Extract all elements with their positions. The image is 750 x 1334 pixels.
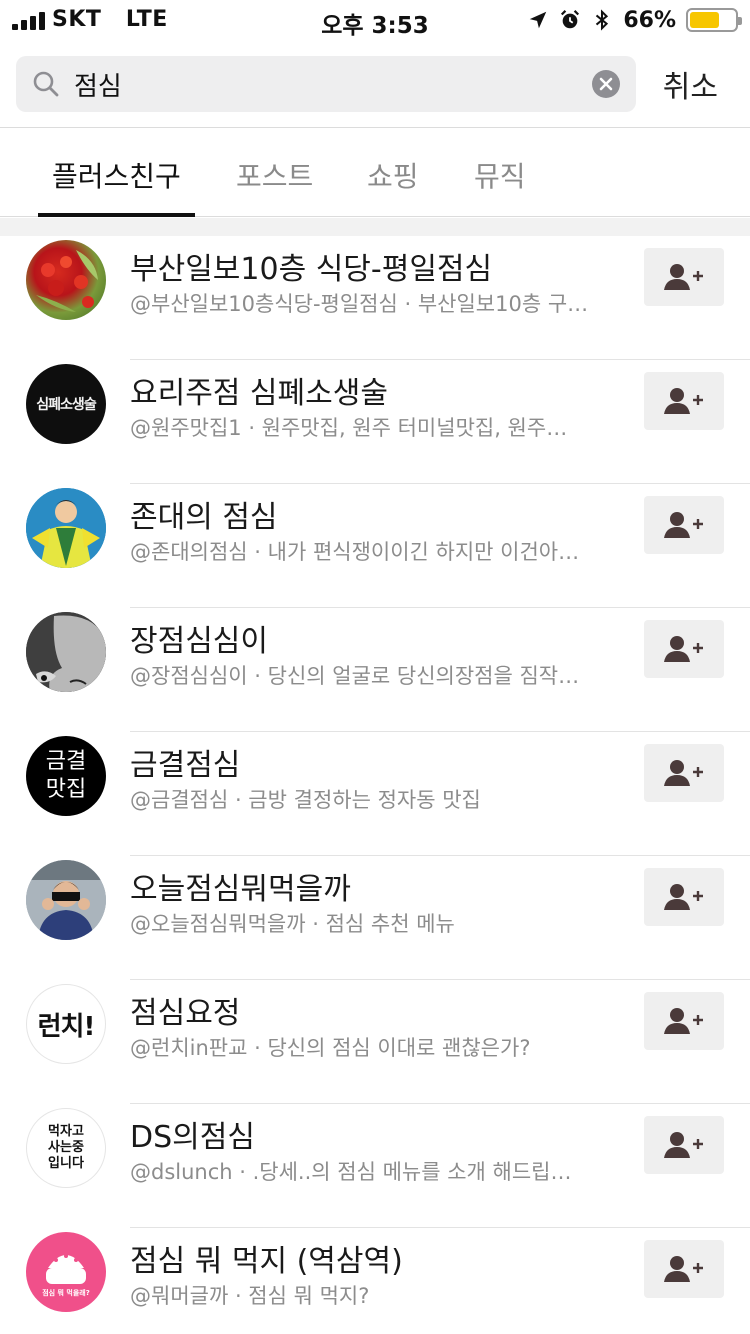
search-field[interactable] <box>16 56 636 112</box>
friend-name: 장점심심이 <box>130 624 268 659</box>
avatar-text: 심폐소생술 <box>36 397 96 413</box>
add-friend-button[interactable] <box>644 620 724 678</box>
avatar-text-line: 맛집 <box>45 777 87 802</box>
friend-description: @원주맛집1 · 원주맛집, 원주 터미널맛집, 원주… <box>130 416 568 440</box>
clear-search-button[interactable] <box>592 70 620 98</box>
list-item[interactable]: 먹자고 사는중 입니다 DS의점심 @dslunch · .당세..의 점심 메… <box>0 1104 750 1228</box>
avatar-text: 런치! <box>37 1011 96 1042</box>
friend-name: 존대의 점심 <box>130 500 278 535</box>
active-tab-indicator <box>38 213 195 217</box>
add-friend-button[interactable] <box>644 1240 724 1298</box>
avatar <box>26 612 106 692</box>
avatar-text-line: 금결 <box>45 749 87 774</box>
friend-description: @금결점심 · 금방 결정하는 정자동 맛집 <box>130 788 481 812</box>
cancel-button[interactable]: 취소 <box>663 62 718 106</box>
alarm-clock-icon <box>561 10 580 29</box>
add-friend-button[interactable] <box>644 496 724 554</box>
friend-description: @오늘점심뭐먹을까 · 점심 추천 메뉴 <box>130 912 455 936</box>
friend-description: @존대의점심 · 내가 편식쟁이이긴 하지만 이건아… <box>130 540 580 564</box>
friend-name: 부산일보10층 식당-평일점심 <box>130 252 493 287</box>
avatar: 금결 맛집 <box>26 736 106 816</box>
avatar-text-line: 입니다 <box>48 1156 84 1171</box>
friend-description: @장점심심이 · 당신의 얼굴로 당신의장점을 짐작… <box>130 664 580 688</box>
add-friend-button[interactable] <box>644 1116 724 1174</box>
friend-name: 금결점심 <box>130 748 241 783</box>
tab-shopping[interactable]: 쇼핑 <box>367 155 419 195</box>
bluetooth-icon <box>596 9 609 31</box>
friend-name: 요리주점 심폐소생술 <box>130 376 388 411</box>
location-arrow-icon <box>530 11 547 29</box>
avatar: 점심 뭐 먹을래? <box>26 1232 106 1312</box>
friend-name: 오늘점심뭐먹을까 <box>130 872 351 907</box>
add-friend-button[interactable] <box>644 248 724 306</box>
friend-description: @부산일보10층식당-평일점심 · 부산일보10층 구… <box>130 292 589 316</box>
friend-name: 점심 뭐 먹지 (역삼역) <box>130 1244 403 1279</box>
add-friend-icon <box>664 1132 703 1158</box>
search-input[interactable] <box>74 60 574 108</box>
avatar: 런치! <box>26 984 106 1064</box>
add-friend-icon <box>664 388 703 414</box>
search-bar: 취소 <box>0 40 750 128</box>
list-item[interactable]: 장점심심이 @장점심심이 · 당신의 얼굴로 당신의장점을 짐작… <box>0 608 750 732</box>
add-friend-button[interactable] <box>644 992 724 1050</box>
avatar: 먹자고 사는중 입니다 <box>26 1108 106 1188</box>
battery-icon <box>686 8 742 32</box>
status-bar: SKT LTE 오후 3:53 66% <box>0 0 750 40</box>
list-item[interactable]: 금결 맛집 금결점심 @금결점심 · 금방 결정하는 정자동 맛집 <box>0 732 750 856</box>
list-item[interactable]: 오늘점심뭐먹을까 @오늘점심뭐먹을까 · 점심 추천 메뉴 <box>0 856 750 980</box>
avatar: 심폐소생술 <box>26 364 106 444</box>
add-friend-icon <box>664 760 703 786</box>
battery-percent: 66% <box>623 7 676 33</box>
add-friend-icon <box>664 1256 703 1282</box>
close-icon <box>599 77 613 91</box>
list-item[interactable]: 런치! 점심요정 @런치in판교 · 당신의 점심 이대로 괜찮은가? <box>0 980 750 1104</box>
list-item[interactable]: 심폐소생술 요리주점 심폐소생술 @원주맛집1 · 원주맛집, 원주 터미널맛집… <box>0 360 750 484</box>
list-item[interactable]: 부산일보10층 식당-평일점심 @부산일보10층식당-평일점심 · 부산일보10… <box>0 236 750 360</box>
tab-plus-friend[interactable]: 플러스친구 <box>52 155 181 195</box>
avatar <box>26 860 106 940</box>
friend-name: 점심요정 <box>130 996 241 1031</box>
tab-music[interactable]: 뮤직 <box>474 155 526 195</box>
add-friend-button[interactable] <box>644 744 724 802</box>
friend-description: @뭐머글까 · 점심 뭐 먹지? <box>130 1284 370 1308</box>
avatar-text-line: 먹자고 <box>48 1124 84 1139</box>
tab-post[interactable]: 포스트 <box>236 155 313 195</box>
add-friend-icon <box>664 512 703 538</box>
avatar <box>26 488 106 568</box>
friend-description: @런치in판교 · 당신의 점심 이대로 괜찮은가? <box>130 1036 531 1060</box>
add-friend-icon <box>664 1008 703 1034</box>
list-item[interactable]: 점심 뭐 먹을래? 점심 뭐 먹지 (역삼역) @뭐머글까 · 점심 뭐 먹지? <box>0 1228 750 1334</box>
avatar-text-line: 사는중 <box>48 1140 84 1155</box>
avatar-text: 점심 뭐 먹을래? <box>42 1289 90 1297</box>
add-friend-button[interactable] <box>644 372 724 430</box>
friend-description: @dslunch · .당세..의 점심 메뉴를 소개 해드립… <box>130 1160 572 1184</box>
avatar <box>26 240 106 320</box>
category-tabs: 플러스친구 포스트 쇼핑 뮤직 <box>0 129 750 217</box>
friend-name: DS의점심 <box>130 1120 255 1155</box>
add-friend-button[interactable] <box>644 868 724 926</box>
list-item[interactable]: 존대의 점심 @존대의점심 · 내가 편식쟁이이긴 하지만 이건아… <box>0 484 750 608</box>
result-list: 부산일보10층 식당-평일점심 @부산일보10층식당-평일점심 · 부산일보10… <box>0 236 750 1334</box>
add-friend-icon <box>664 264 703 290</box>
search-icon <box>33 71 59 97</box>
add-friend-icon <box>664 636 703 662</box>
add-friend-icon <box>664 884 703 910</box>
